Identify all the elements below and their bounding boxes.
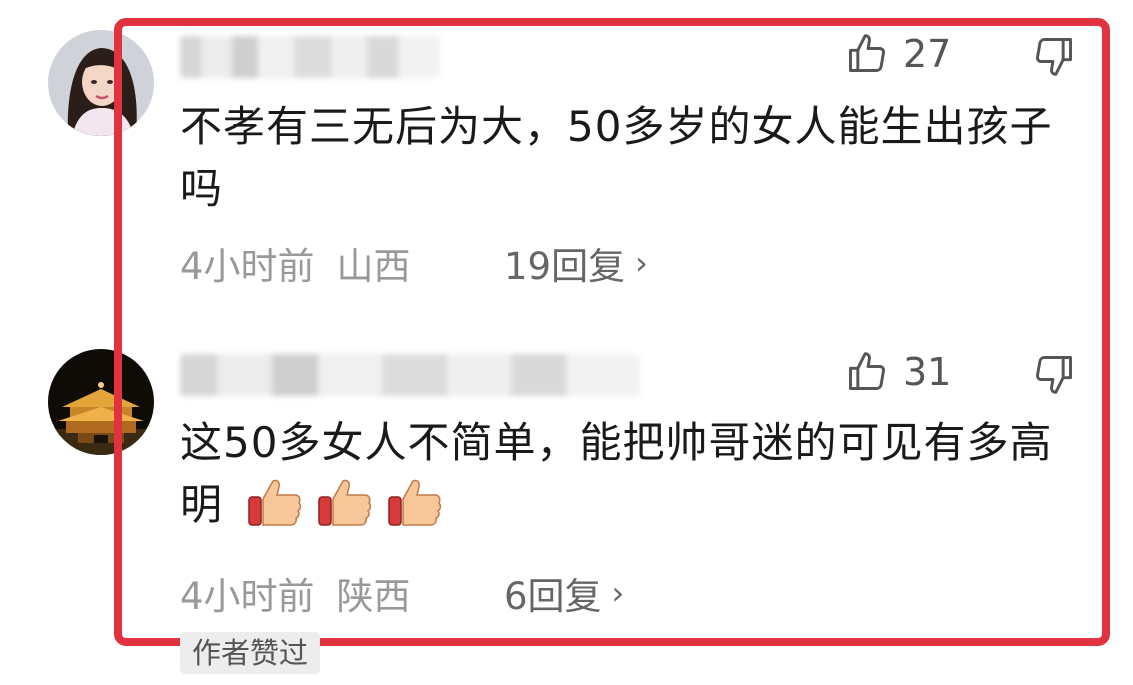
username-blurred[interactable] [180, 354, 640, 396]
like-count: 31 [903, 350, 952, 394]
dislike-button[interactable] [1032, 34, 1076, 82]
thumbs-up-outline-icon [849, 34, 885, 72]
replies-link[interactable]: 19回复 › [504, 236, 648, 290]
thumbs-down-outline-icon [1036, 38, 1072, 76]
chevron-right-icon: › [611, 574, 625, 612]
comment-text: 不孝有三无后为大，50多岁的女人能生出孩子吗 [180, 102, 1053, 213]
thumbs-up-emoji-icon [248, 479, 302, 526]
avatar[interactable] [48, 30, 154, 136]
replies-count: 19回复 [504, 245, 626, 288]
username-blurred[interactable] [180, 36, 440, 78]
comment-meta: 4小时前 陕西 [180, 566, 411, 620]
replies-count: 6回复 [504, 575, 602, 618]
comment-location: 山西 [336, 245, 411, 288]
thumbs-up-emoji-icon [388, 479, 442, 526]
thumbs-up-emoji-icon [318, 479, 372, 526]
comment-time: 4小时前 [180, 575, 315, 618]
chevron-right-icon: › [635, 244, 648, 282]
comment-location: 陕西 [336, 575, 411, 618]
like-count: 27 [903, 32, 952, 76]
comment-text: 这50多女人不简单，能把帅哥迷的可见有多高明 [180, 412, 1080, 536]
comment-meta: 4小时前 山西 [180, 236, 411, 290]
replies-link[interactable]: 6回复 › [504, 566, 624, 620]
author-liked-badge: 作者赞过 [180, 632, 321, 674]
like-button[interactable]: 27 [845, 32, 951, 76]
emoji-row [245, 474, 455, 536]
dislike-button[interactable] [1032, 352, 1076, 400]
thumbs-down-outline-icon [1036, 356, 1072, 394]
like-button[interactable]: 31 [845, 350, 951, 394]
avatar[interactable] [48, 349, 154, 455]
comment-time: 4小时前 [180, 245, 315, 288]
thumbs-up-outline-icon [849, 352, 885, 390]
